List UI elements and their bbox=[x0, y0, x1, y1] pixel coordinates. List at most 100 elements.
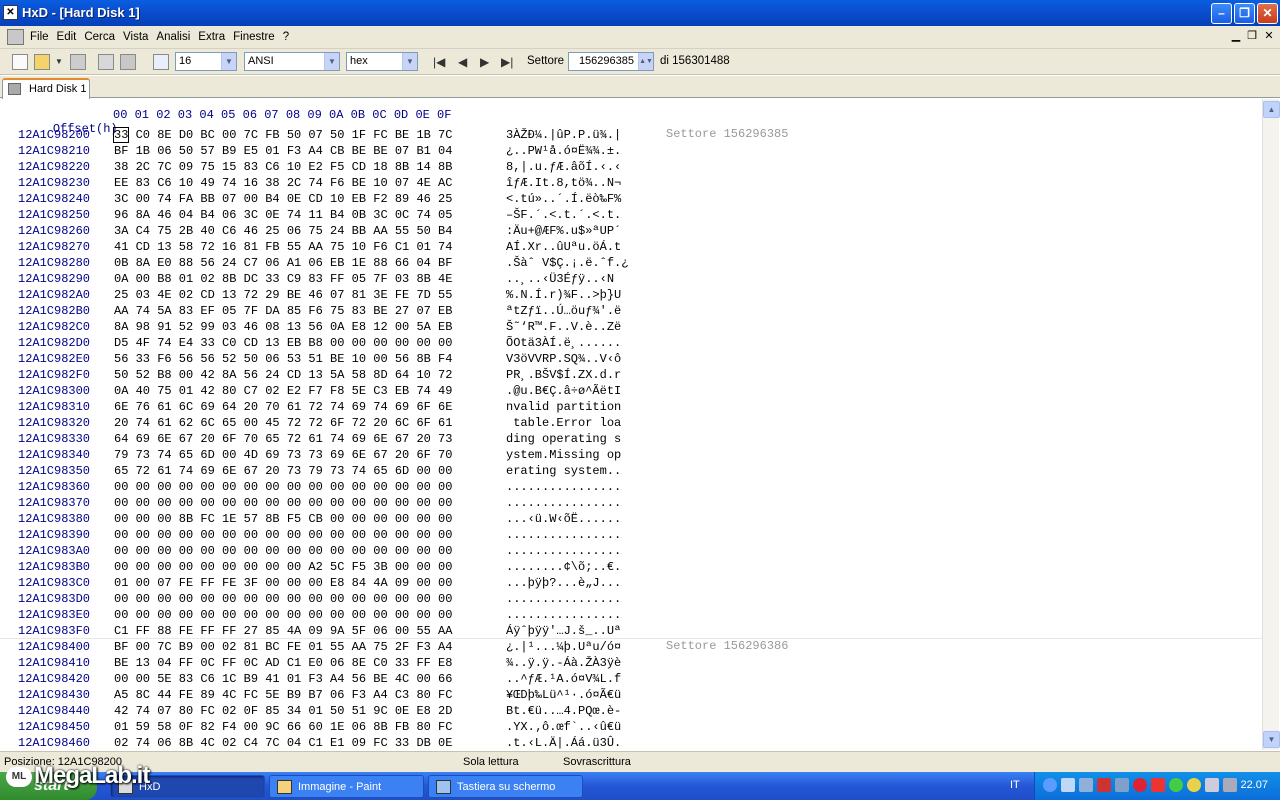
vertical-scrollbar[interactable]: ▲ ▼ bbox=[1262, 99, 1280, 750]
doc-restore-button[interactable]: ❐ bbox=[1245, 29, 1259, 42]
row-ascii-text[interactable]: ÕOtä3ÀÍ.ë¸...... bbox=[506, 335, 621, 351]
open-dropdown-icon[interactable]: ▼ bbox=[55, 57, 63, 66]
ati-icon[interactable] bbox=[1133, 778, 1147, 792]
open-disk-icon[interactable] bbox=[98, 54, 114, 70]
first-sector-icon[interactable]: |◀ bbox=[433, 55, 445, 69]
row-hex-bytes[interactable]: 01 00 07 FE FF FE 3F 00 00 00 E8 84 4A 0… bbox=[114, 575, 452, 591]
row-ascii-text[interactable]: .t.‹L.Ä|.Áá.ü3Û. bbox=[506, 735, 621, 751]
row-hex-bytes[interactable]: BF 00 7C B9 00 02 81 BC FE 01 55 AA 75 2… bbox=[114, 639, 452, 655]
row-hex-bytes[interactable]: 65 72 61 74 69 6E 67 20 73 79 73 74 65 6… bbox=[114, 463, 452, 479]
row-hex-bytes[interactable]: 0A 40 75 01 42 80 C7 02 E2 F7 F8 5E C3 E… bbox=[114, 383, 452, 399]
doc-close-button[interactable]: ✕ bbox=[1262, 29, 1276, 42]
row-hex-bytes[interactable]: 25 03 4E 02 CD 13 72 29 BE 46 07 81 3E F… bbox=[114, 287, 452, 303]
row-ascii-text[interactable]: ................ bbox=[506, 495, 621, 511]
row-ascii-text[interactable]: :Äu+@ÆF%.u$»ªUP´ bbox=[506, 223, 621, 239]
row-ascii-text[interactable]: 3ÀŽÐ¼.|ûP.P.ü¾.| bbox=[506, 127, 621, 143]
row-ascii-text[interactable]: ding operating s bbox=[506, 431, 621, 447]
menu-cerca[interactable]: Cerca bbox=[84, 31, 121, 43]
row-hex-bytes[interactable]: 00 00 00 00 00 00 00 00 00 00 00 00 00 0… bbox=[114, 527, 452, 543]
taskbar-button-keyboard[interactable]: Tastiera su schermo bbox=[428, 775, 583, 798]
row-ascii-text[interactable]: AÍ.Xr..ûUªu.öÁ.t bbox=[506, 239, 621, 255]
chevron-down-icon[interactable]: ▼ bbox=[324, 53, 339, 70]
maximize-button[interactable]: ❐ bbox=[1234, 3, 1255, 24]
open-ram-icon[interactable] bbox=[120, 54, 136, 70]
row-hex-bytes[interactable]: 42 74 07 80 FC 02 0F 85 34 01 50 51 9C 0… bbox=[114, 703, 452, 719]
row-hex-bytes[interactable]: 33 C0 8E D0 BC 00 7C FB 50 07 50 1F FC B… bbox=[112, 127, 452, 143]
row-hex-bytes[interactable]: D5 4F 74 E4 33 C0 CD 13 EB B8 00 00 00 0… bbox=[114, 335, 452, 351]
row-hex-bytes[interactable]: 00 00 00 8B FC 1E 57 8B F5 CB 00 00 00 0… bbox=[114, 511, 452, 527]
expand-tray-icon[interactable] bbox=[1043, 778, 1057, 792]
network-icon[interactable] bbox=[1079, 778, 1093, 792]
chevron-down-icon[interactable]: ▼ bbox=[221, 53, 236, 70]
row-hex-bytes[interactable]: 00 00 00 00 00 00 00 00 00 A2 5C F5 3B 0… bbox=[114, 559, 452, 575]
row-ascii-text[interactable]: nvalid partition bbox=[506, 399, 621, 415]
save-icon[interactable] bbox=[70, 54, 86, 70]
antivirus-icon[interactable] bbox=[1151, 778, 1165, 792]
document-icon[interactable] bbox=[7, 29, 24, 45]
row-hex-bytes[interactable]: 64 69 6E 67 20 6F 70 65 72 61 74 69 6E 6… bbox=[114, 431, 452, 447]
row-hex-bytes[interactable]: 0B 8A E0 88 56 24 C7 06 A1 06 EB 1E 88 6… bbox=[114, 255, 452, 271]
row-ascii-text[interactable]: Bt.€ü..…4.PQœ.è- bbox=[506, 703, 621, 719]
tab-hard-disk-1[interactable]: Hard Disk 1 bbox=[2, 78, 90, 99]
hex-editor[interactable]: Offset(h) 00 01 02 03 04 05 06 07 08 09 … bbox=[0, 99, 1262, 750]
cursor-byte[interactable]: 33 bbox=[112, 127, 130, 143]
row-ascii-text[interactable]: ¾..ÿ.ÿ.-Áà.ŽÀ3ÿè bbox=[506, 655, 621, 671]
row-ascii-text[interactable]: .YX.‚ô.œf`..‹û€ü bbox=[506, 719, 621, 735]
row-ascii-text[interactable]: –ŠF.´.<.t.´.<.t. bbox=[506, 207, 621, 223]
row-hex-bytes[interactable]: 01 59 58 0F 82 F4 00 9C 66 60 1E 06 8B F… bbox=[114, 719, 452, 735]
row-hex-bytes[interactable]: BF 1B 06 50 57 B9 E5 01 F3 A4 CB BE BE 0… bbox=[114, 143, 452, 159]
row-hex-bytes[interactable]: 56 33 F6 56 56 52 50 06 53 51 BE 10 00 5… bbox=[114, 351, 452, 367]
row-hex-bytes[interactable]: A5 8C 44 FE 89 4C FC 5E B9 B7 06 F3 A4 C… bbox=[114, 687, 452, 703]
row-ascii-text[interactable]: îƒÆ.It.8,tö¾..N¬ bbox=[506, 175, 621, 191]
row-hex-bytes[interactable]: 79 73 74 65 6D 00 4D 69 73 73 69 6E 67 2… bbox=[114, 447, 452, 463]
row-hex-bytes[interactable]: 20 74 61 62 6C 65 00 45 72 72 6F 72 20 6… bbox=[114, 415, 452, 431]
row-hex-bytes[interactable]: 02 74 06 8B 4C 02 C4 7C 04 C1 E1 09 FC 3… bbox=[114, 735, 452, 751]
row-ascii-text[interactable]: ................ bbox=[506, 591, 621, 607]
row-hex-bytes[interactable]: 00 00 00 00 00 00 00 00 00 00 00 00 00 0… bbox=[114, 543, 452, 559]
row-hex-bytes[interactable]: 3C 00 74 FA BB 07 00 B4 0E CD 10 EB F2 8… bbox=[114, 191, 452, 207]
chevron-down-icon[interactable]: ▼ bbox=[402, 53, 417, 70]
volume-icon[interactable] bbox=[1205, 778, 1219, 792]
bytes-per-row-select[interactable]: 16 ▼ bbox=[175, 52, 237, 71]
row-hex-bytes[interactable]: 96 8A 46 04 B4 06 3C 0E 74 11 B4 0B 3C 0… bbox=[114, 207, 452, 223]
row-ascii-text[interactable]: V3öVVRP.SQ¾..V‹ô bbox=[506, 351, 621, 367]
row-ascii-text[interactable]: ................ bbox=[506, 479, 621, 495]
menu-edit[interactable]: Edit bbox=[57, 31, 83, 43]
display-icon[interactable] bbox=[1115, 778, 1129, 792]
status-icon[interactable] bbox=[1187, 778, 1201, 792]
row-ascii-text[interactable]: .@u.B€Ç.â÷ø^ÃëtI bbox=[506, 383, 621, 399]
menu-help[interactable]: ? bbox=[283, 31, 295, 43]
scroll-down-button[interactable]: ▼ bbox=[1263, 731, 1280, 748]
scroll-up-button[interactable]: ▲ bbox=[1263, 101, 1280, 118]
menu-extra[interactable]: Extra bbox=[198, 31, 231, 43]
row-hex-bytes[interactable]: 00 00 00 00 00 00 00 00 00 00 00 00 00 0… bbox=[114, 607, 452, 623]
row-ascii-text[interactable]: ........¢\õ;..€. bbox=[506, 559, 621, 575]
row-ascii-text[interactable]: table.Error loa bbox=[506, 415, 621, 431]
row-ascii-text[interactable]: ...þÿþ?...è„J... bbox=[506, 575, 621, 591]
row-hex-bytes[interactable]: 6E 76 61 6C 69 64 20 70 61 72 74 69 74 6… bbox=[114, 399, 452, 415]
row-ascii-text[interactable]: ªtZƒï..Ú…öuƒ¾'.ë bbox=[506, 303, 621, 319]
row-hex-bytes[interactable]: 00 00 00 00 00 00 00 00 00 00 00 00 00 0… bbox=[114, 591, 452, 607]
offset-base-select[interactable]: hex ▼ bbox=[346, 52, 418, 71]
row-ascii-text[interactable]: ..^ƒÆ.¹A.ó¤V¾L.f bbox=[506, 671, 621, 687]
row-ascii-text[interactable]: erating system.. bbox=[506, 463, 621, 479]
row-ascii-text[interactable]: ...‹ü.W‹õË...... bbox=[506, 511, 621, 527]
status-icon[interactable] bbox=[1169, 778, 1183, 792]
row-ascii-text[interactable]: 8,|.u.ƒÆ.âõÍ.‹.‹ bbox=[506, 159, 621, 175]
row-hex-bytes[interactable]: BE 13 04 FF 0C FF 0C AD C1 E0 06 8E C0 3… bbox=[114, 655, 452, 671]
row-ascii-text[interactable]: PR¸.BŠV$Í.ZX.d.r bbox=[506, 367, 621, 383]
row-hex-bytes[interactable]: 3A C4 75 2B 40 C6 46 25 06 75 24 BB AA 5… bbox=[114, 223, 452, 239]
row-ascii-text[interactable]: ystem.Missing op bbox=[506, 447, 621, 463]
close-button[interactable]: ✕ bbox=[1257, 3, 1278, 24]
row-hex-bytes[interactable]: 00 00 00 00 00 00 00 00 00 00 00 00 00 0… bbox=[114, 479, 452, 495]
row-ascii-text[interactable]: Š˜‘R™.F..V.è..Zë bbox=[506, 319, 621, 335]
row-hex-bytes[interactable]: EE 83 C6 10 49 74 16 38 2C 74 F6 BE 10 0… bbox=[114, 175, 452, 191]
row-ascii-text[interactable]: ................ bbox=[506, 607, 621, 623]
title-bar[interactable]: ✕ HxD - [Hard Disk 1] – ❐ ✕ bbox=[0, 0, 1280, 26]
row-ascii-text[interactable]: ¥ŒDþ‰Lü^¹·.ó¤Ã€ü bbox=[506, 687, 621, 703]
row-hex-bytes[interactable]: C1 FF 88 FE FF FF 27 85 4A 09 9A 5F 06 0… bbox=[114, 623, 452, 639]
row-hex-bytes[interactable]: 8A 98 91 52 99 03 46 08 13 56 0A E8 12 0… bbox=[114, 319, 452, 335]
language-indicator[interactable]: IT bbox=[1010, 779, 1020, 791]
row-ascii-text[interactable]: ..¸..‹Ü3Éƒÿ..‹N bbox=[506, 271, 614, 287]
clock[interactable]: 22.07 bbox=[1240, 779, 1268, 791]
